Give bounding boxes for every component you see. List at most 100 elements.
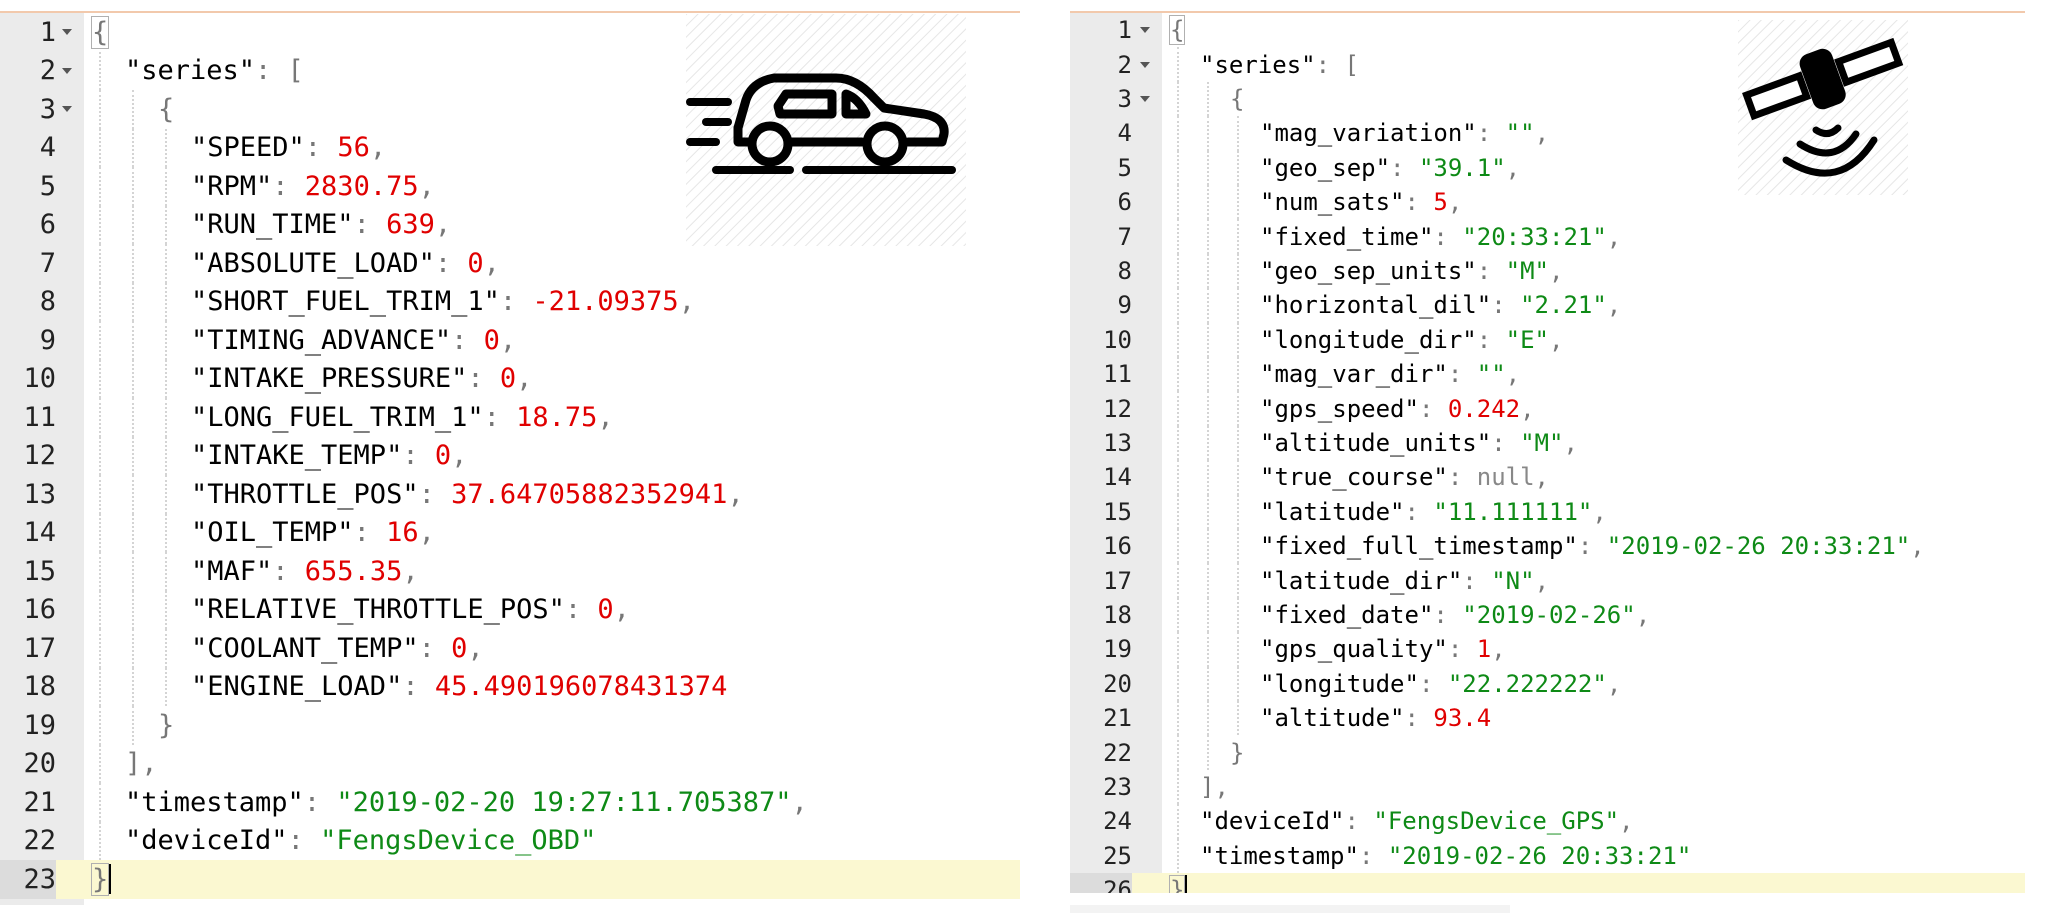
json-punctuation: , xyxy=(613,594,630,626)
code-text: "series": [ xyxy=(1200,47,1359,81)
indent-guide xyxy=(1237,322,1239,357)
code-line-15[interactable]: 15 "MAF": 655.35, xyxy=(0,552,1020,591)
json-key: "horizontal_dil" xyxy=(1260,291,1492,320)
json-key: "longitude" xyxy=(1260,669,1419,698)
code-line-7[interactable]: 7 "ABSOLUTE_LOAD": 0, xyxy=(0,244,1020,283)
indent-guide xyxy=(1207,150,1209,185)
line-number: 7 xyxy=(1117,222,1132,251)
code-line-23[interactable]: 23} xyxy=(0,860,1020,899)
code-text: } xyxy=(1168,873,1188,893)
json-key: "altitude_units" xyxy=(1260,428,1492,457)
line-number: 21 xyxy=(23,786,56,818)
code-line-9[interactable]: 9 "horizontal_dil": "2.21", xyxy=(1070,288,2025,323)
fold-toggle-icon[interactable] xyxy=(1140,95,1150,102)
json-key: "RUN_TIME" xyxy=(191,209,354,241)
code-line-7[interactable]: 7 "fixed_time": "20:33:21", xyxy=(1070,219,2025,254)
indent-guide xyxy=(165,321,167,360)
code-line-14[interactable]: 14 "true_course": null, xyxy=(1070,460,2025,495)
code-line-26[interactable]: 26} xyxy=(1070,873,2025,893)
json-punctuation: : xyxy=(353,209,387,241)
indent-guide xyxy=(99,783,101,822)
indent-guide xyxy=(132,167,134,206)
json-punctuation: : xyxy=(402,440,435,472)
code-line-20[interactable]: 20 "longitude": "22.222222", xyxy=(1070,666,2025,701)
code-line-8[interactable]: 8 "SHORT_FUEL_TRIM_1": -21.09375, xyxy=(0,282,1020,321)
code-line-20[interactable]: 20], xyxy=(0,744,1020,783)
code-line-12[interactable]: 12 "INTAKE_TEMP": 0, xyxy=(0,436,1020,475)
indent-guide xyxy=(99,706,101,745)
code-line-17[interactable]: 17 "COOLANT_TEMP": 0, xyxy=(0,629,1020,668)
indent-guide xyxy=(99,513,101,552)
json-punctuation: , xyxy=(1534,119,1550,148)
code-line-15[interactable]: 15 "latitude": "11.111111", xyxy=(1070,494,2025,529)
line-number: 23 xyxy=(1103,772,1132,801)
code-line-16[interactable]: 16 "fixed_full_timestamp": "2019-02-26 20… xyxy=(1070,529,2025,564)
code-line-25[interactable]: 25 "timestamp": "2019-02-26 20:33:21" xyxy=(1070,838,2025,873)
json-number: 16 xyxy=(386,517,419,549)
code-text: "series": [ xyxy=(125,52,304,91)
json-punctuation: , xyxy=(678,286,695,318)
json-punctuation: , xyxy=(1505,153,1521,182)
json-key: "INTAKE_PRESSURE" xyxy=(191,363,468,395)
json-number: 1 xyxy=(1476,635,1492,664)
code-line-16[interactable]: 16 "RELATIVE_THROTTLE_POS": 0, xyxy=(0,590,1020,629)
line-number: 26 xyxy=(1070,873,1132,893)
json-punctuation: : xyxy=(1433,222,1463,251)
line-number: 6 xyxy=(39,209,56,241)
code-line-22[interactable]: 22} xyxy=(1070,735,2025,770)
fold-toggle-icon[interactable] xyxy=(62,106,72,113)
line-number: 14 xyxy=(1103,463,1132,492)
code-line-19[interactable]: 19} xyxy=(0,706,1020,745)
json-punctuation: , xyxy=(1549,256,1564,285)
code-line-18[interactable]: 18 "ENGINE_LOAD": 45.490196078431374 xyxy=(0,667,1020,706)
json-punctuation: : xyxy=(1491,291,1521,320)
code-line-21[interactable]: 21 "altitude": 93.4 xyxy=(1070,701,2025,736)
indent-guide xyxy=(165,629,167,668)
code-line-17[interactable]: 17 "latitude_dir": "N", xyxy=(1070,563,2025,598)
code-line-24[interactable]: 24 "deviceId": "FengsDevice_GPS", xyxy=(1070,804,2025,839)
indent-guide xyxy=(132,244,134,283)
indent-guide xyxy=(165,667,167,706)
indent-guide xyxy=(1207,632,1209,667)
fold-toggle-icon[interactable] xyxy=(62,67,72,74)
json-key: "mag_variation" xyxy=(1260,119,1477,148)
code-line-13[interactable]: 13 "altitude_units": "M", xyxy=(1070,425,2025,461)
indent-guide xyxy=(1237,253,1239,289)
code-line-13[interactable]: 13 "THROTTLE_POS": 37.64705882352941, xyxy=(0,475,1020,514)
code-text: "horizontal_dil": "2.21", xyxy=(1260,288,1621,322)
code-line-10[interactable]: 10 "longitude_dir": "E", xyxy=(1070,322,2025,357)
code-line-11[interactable]: 11 "mag_var_dir": "", xyxy=(1070,357,2025,392)
code-line-23[interactable]: 23], xyxy=(1070,769,2025,805)
json-punctuation: : xyxy=(272,555,305,587)
json-punctuation: : xyxy=(564,594,598,626)
fold-toggle-icon[interactable] xyxy=(1140,27,1150,34)
json-key: "fixed_time" xyxy=(1260,222,1434,251)
indent-guide xyxy=(99,552,101,591)
code-line-11[interactable]: 11 "LONG_FUEL_TRIM_1": 18.75, xyxy=(0,398,1020,437)
json-key: "ENGINE_LOAD" xyxy=(191,671,403,703)
indent-guide xyxy=(132,282,134,321)
json-string: "N" xyxy=(1491,566,1535,595)
code-line-10[interactable]: 10 "INTAKE_PRESSURE": 0, xyxy=(0,359,1020,399)
code-line-18[interactable]: 18 "fixed_date": "2019-02-26", xyxy=(1070,597,2025,633)
code-text: "INTAKE_PRESSURE": 0, xyxy=(191,360,532,399)
code-line-19[interactable]: 19 "gps_quality": 1, xyxy=(1070,632,2025,667)
code-line-22[interactable]: 22 "deviceId": "FengsDevice_OBD" xyxy=(0,821,1020,860)
json-key: "timestamp" xyxy=(125,786,304,818)
code-line-9[interactable]: 9 "TIMING_ADVANCE": 0, xyxy=(0,321,1020,360)
fold-toggle-icon[interactable] xyxy=(1140,61,1150,68)
indent-guide xyxy=(1177,253,1179,289)
indent-guide xyxy=(132,90,134,129)
indent-guide xyxy=(99,475,101,514)
json-key: "fixed_full_timestamp" xyxy=(1260,532,1578,561)
indent-guide xyxy=(132,398,134,437)
json-punctuation: , xyxy=(516,363,533,395)
code-line-21[interactable]: 21 "timestamp": "2019-02-20 19:27:11.7053… xyxy=(0,783,1020,822)
code-line-12[interactable]: 12 "gps_speed": 0.242, xyxy=(1070,391,2025,426)
code-line-8[interactable]: 8 "geo_sep_units": "M", xyxy=(1070,253,2025,289)
line-number: 16 xyxy=(1103,532,1132,561)
indent-guide xyxy=(99,128,101,167)
fold-toggle-icon[interactable] xyxy=(62,29,72,36)
indent-guide xyxy=(1207,219,1209,254)
code-line-14[interactable]: 14 "OIL_TEMP": 16, xyxy=(0,513,1020,552)
